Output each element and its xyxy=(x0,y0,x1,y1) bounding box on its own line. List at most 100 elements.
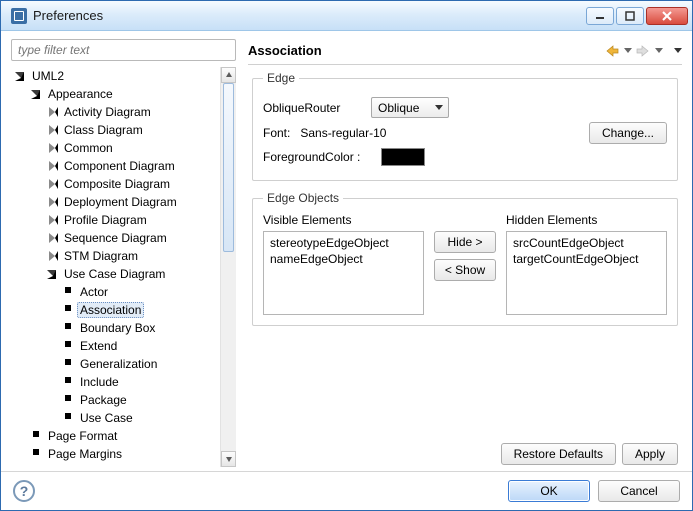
font-label: Font: xyxy=(263,126,290,140)
tree-node-stm-diagram[interactable]: STM Diagram xyxy=(47,247,230,265)
tree-spacer xyxy=(63,287,73,297)
font-row: Font: Sans-regular-10 Change... xyxy=(263,122,667,144)
left-pane: UML2 Appearance Activity Diagram Class D… xyxy=(11,39,236,467)
tree-node-extend[interactable]: Extend xyxy=(63,337,230,355)
edge-objects-layout: Visible Elements stereotypeEdgeObject na… xyxy=(263,213,667,315)
chevron-right-icon[interactable] xyxy=(47,251,57,261)
visible-column: Visible Elements stereotypeEdgeObject na… xyxy=(263,213,424,315)
tree-node-use-case-diagram[interactable]: Use Case Diagram xyxy=(47,265,230,283)
app-icon xyxy=(11,8,27,24)
tree-node-usecase-leaf[interactable]: Use Case xyxy=(63,409,230,427)
fgcolor-row: ForegroundColor : xyxy=(263,148,667,166)
hidden-elements-label: Hidden Elements xyxy=(506,213,667,227)
tree-node-include[interactable]: Include xyxy=(63,373,230,391)
footer-buttons: OK Cancel xyxy=(508,480,680,502)
page-header: Association xyxy=(248,41,682,65)
nav-back-menu-icon[interactable] xyxy=(624,48,632,53)
scroll-down-icon[interactable] xyxy=(221,451,236,467)
tree-spacer xyxy=(63,377,73,387)
view-menu-icon[interactable] xyxy=(674,48,682,53)
change-font-button[interactable]: Change... xyxy=(589,122,667,144)
tree-node-generalization[interactable]: Generalization xyxy=(63,355,230,373)
edge-objects-legend: Edge Objects xyxy=(263,191,343,205)
tree-node-boundary-box[interactable]: Boundary Box xyxy=(63,319,230,337)
maximize-button[interactable] xyxy=(616,7,644,25)
chevron-right-icon[interactable] xyxy=(47,215,57,225)
scroll-track[interactable] xyxy=(221,83,236,451)
visible-elements-label: Visible Elements xyxy=(263,213,424,227)
preferences-window: Preferences UML2 xyxy=(0,0,693,511)
visible-elements-list[interactable]: stereotypeEdgeObject nameEdgeObject xyxy=(263,231,424,315)
chevron-right-icon[interactable] xyxy=(47,179,57,189)
tree-node-actor[interactable]: Actor xyxy=(63,283,230,301)
help-icon[interactable]: ? xyxy=(13,480,35,502)
tree-node-appearance[interactable]: Appearance xyxy=(31,85,230,103)
dialog-body: UML2 Appearance Activity Diagram Class D… xyxy=(1,31,692,510)
dialog-footer: ? OK Cancel xyxy=(1,471,692,510)
page-title: Association xyxy=(248,43,322,58)
tree-node-page-format[interactable]: Page Format xyxy=(31,427,230,445)
font-label-wrap: Font: Sans-regular-10 xyxy=(263,126,386,140)
tree-node-package[interactable]: Package xyxy=(63,391,230,409)
chevron-down-icon[interactable] xyxy=(31,89,41,99)
list-item[interactable]: stereotypeEdgeObject xyxy=(270,235,417,251)
tree-node-activity-diagram[interactable]: Activity Diagram xyxy=(47,103,230,121)
show-button[interactable]: < Show xyxy=(434,259,496,281)
restore-defaults-button[interactable]: Restore Defaults xyxy=(501,443,616,465)
hide-button[interactable]: Hide > xyxy=(434,231,496,253)
header-nav xyxy=(604,43,682,59)
window-controls xyxy=(586,7,688,25)
chevron-right-icon[interactable] xyxy=(47,143,57,153)
router-label: ObliqueRouter xyxy=(263,101,363,115)
chevron-down-icon[interactable] xyxy=(47,269,57,279)
scroll-up-icon[interactable] xyxy=(221,67,236,83)
font-value: Sans-regular-10 xyxy=(300,126,386,140)
minimize-button[interactable] xyxy=(586,7,614,25)
page-actions: Restore Defaults Apply xyxy=(248,437,682,467)
tree-container: UML2 Appearance Activity Diagram Class D… xyxy=(11,67,236,467)
chevron-right-icon[interactable] xyxy=(47,197,57,207)
chevron-right-icon[interactable] xyxy=(47,161,57,171)
edge-group: Edge ObliqueRouter Oblique Font: Sans-re… xyxy=(252,71,678,181)
router-select[interactable]: Oblique xyxy=(371,97,449,118)
tree-spacer xyxy=(31,431,41,441)
close-button[interactable] xyxy=(646,7,688,25)
list-item[interactable]: nameEdgeObject xyxy=(270,251,417,267)
tree-node-uml2[interactable]: UML2 xyxy=(15,67,230,85)
chevron-right-icon[interactable] xyxy=(47,107,57,117)
scroll-thumb[interactable] xyxy=(223,83,234,252)
hidden-elements-list[interactable]: srcCountEdgeObject targetCountEdgeObject xyxy=(506,231,667,315)
cancel-button[interactable]: Cancel xyxy=(598,480,680,502)
tree-spacer xyxy=(63,323,73,333)
tree-node-component-diagram[interactable]: Component Diagram xyxy=(47,157,230,175)
tree-node-composite-diagram[interactable]: Composite Diagram xyxy=(47,175,230,193)
tree-node-common[interactable]: Common xyxy=(47,139,230,157)
tree-scrollbar[interactable] xyxy=(220,67,236,467)
tree-spacer xyxy=(63,341,73,351)
tree-node-class-diagram[interactable]: Class Diagram xyxy=(47,121,230,139)
tree-node-deployment-diagram[interactable]: Deployment Diagram xyxy=(47,193,230,211)
tree-node-profile-diagram[interactable]: Profile Diagram xyxy=(47,211,230,229)
window-title: Preferences xyxy=(33,8,586,23)
tree-node-association[interactable]: Association xyxy=(63,301,230,319)
edge-objects-group: Edge Objects Visible Elements stereotype… xyxy=(252,191,678,326)
tree-node-page-margins[interactable]: Page Margins xyxy=(31,445,230,463)
hidden-column: Hidden Elements srcCountEdgeObject targe… xyxy=(506,213,667,315)
content-area: UML2 Appearance Activity Diagram Class D… xyxy=(1,31,692,471)
edge-legend: Edge xyxy=(263,71,299,85)
router-row: ObliqueRouter Oblique xyxy=(263,97,667,118)
nav-forward-menu-icon[interactable] xyxy=(655,48,663,53)
chevron-down-icon[interactable] xyxy=(15,71,25,81)
preference-tree[interactable]: UML2 Appearance Activity Diagram Class D… xyxy=(11,67,236,467)
fgcolor-swatch[interactable] xyxy=(381,148,425,166)
nav-back-button[interactable] xyxy=(604,43,620,59)
ok-button[interactable]: OK xyxy=(508,480,590,502)
chevron-right-icon[interactable] xyxy=(47,233,57,243)
nav-forward-button[interactable] xyxy=(635,43,651,59)
list-item[interactable]: srcCountEdgeObject xyxy=(513,235,660,251)
list-item[interactable]: targetCountEdgeObject xyxy=(513,251,660,267)
tree-node-sequence-diagram[interactable]: Sequence Diagram xyxy=(47,229,230,247)
apply-button[interactable]: Apply xyxy=(622,443,678,465)
chevron-right-icon[interactable] xyxy=(47,125,57,135)
filter-input[interactable] xyxy=(11,39,236,61)
